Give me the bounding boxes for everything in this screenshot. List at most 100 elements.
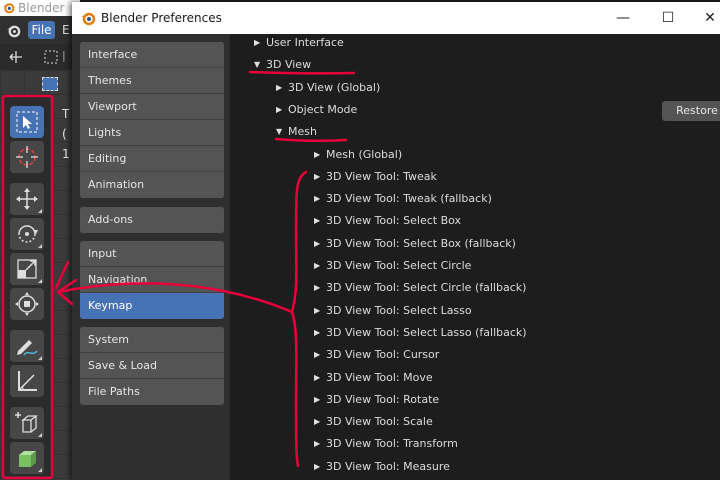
sidebar-item-system[interactable]: System bbox=[80, 327, 224, 353]
transform-orientation-icon[interactable] bbox=[8, 50, 24, 64]
keymap-tree-row[interactable]: ▶ 3D View Tool: Select Lasso bbox=[314, 300, 472, 322]
keymap-tree-row[interactable]: ▶ Object Mode bbox=[276, 99, 357, 121]
sidebar-item-lights[interactable]: Lights bbox=[80, 120, 224, 146]
measure-tool[interactable] bbox=[10, 365, 44, 397]
collapsed-arrow-icon: ▶ bbox=[314, 194, 321, 204]
keymap-tree-label: 3D View Tool: Cursor bbox=[326, 348, 440, 362]
blender-titlebar: Blender bbox=[0, 0, 80, 16]
cursor-icon bbox=[16, 146, 38, 168]
keymap-tree-row[interactable]: ▶ 3D View Tool: Select Circle bbox=[314, 255, 471, 277]
keymap-tree-row[interactable]: ▶ 3D View Tool: Select Box bbox=[314, 210, 461, 232]
keymap-tree-label: 3D View Tool: Measure bbox=[326, 459, 450, 473]
annotate-tool[interactable] bbox=[10, 330, 44, 362]
keymap-tree-label: Mesh (Global) bbox=[326, 147, 403, 161]
overlay-line: 1 bbox=[62, 147, 70, 161]
keymap-tree-label: Mesh bbox=[288, 125, 317, 139]
keymap-tree-row[interactable]: ▶ 3D View Tool: Select Circle (fallback) bbox=[314, 277, 526, 299]
extrude-tool[interactable] bbox=[10, 442, 44, 474]
keymap-tree-label: 3D View Tool: Select Box (fallback) bbox=[326, 236, 516, 250]
close-icon: ✕ bbox=[704, 10, 716, 26]
keymap-tree-row[interactable]: ▶ 3D View Tool: Cursor bbox=[314, 344, 439, 366]
keymap-tree-label: 3D View Tool: Scale bbox=[326, 415, 433, 429]
blender-menu-icon[interactable] bbox=[6, 23, 21, 38]
sidebar-item-animation[interactable]: Animation bbox=[80, 172, 224, 198]
preferences-sidebar: Interface Themes Viewport Lights Editing… bbox=[72, 34, 230, 480]
collapsed-arrow-icon: ▶ bbox=[314, 417, 321, 427]
collapsed-arrow-icon: ▶ bbox=[314, 439, 321, 449]
move-tool[interactable] bbox=[10, 183, 44, 215]
keymap-tree-row[interactable]: ▼ Mesh bbox=[276, 121, 317, 143]
close-button[interactable]: ✕ bbox=[688, 2, 720, 34]
blender-window-title: Blender bbox=[18, 1, 65, 15]
keymap-tree-row[interactable]: ▶ 3D View Tool: Select Lasso (fallback) bbox=[314, 322, 527, 344]
keymap-tree-row[interactable]: ▶ 3D View Tool: Scale bbox=[314, 411, 433, 433]
keymap-tree-label: 3D View Tool: Move bbox=[326, 370, 433, 384]
collapsed-arrow-icon: ▶ bbox=[276, 104, 283, 114]
annotate-icon bbox=[17, 340, 38, 356]
collapsed-arrow-icon: ▶ bbox=[314, 394, 321, 404]
sidebar-item-themes[interactable]: Themes bbox=[80, 68, 224, 94]
maximize-button[interactable]: ☐ bbox=[646, 2, 690, 34]
keymap-tree-row[interactable]: ▶ 3D View Tool: Tweak (fallback) bbox=[314, 188, 492, 210]
sidebar-item-file-paths[interactable]: File Paths bbox=[80, 379, 224, 405]
keymap-tree-label: 3D View bbox=[266, 58, 312, 72]
collapsed-arrow-icon: ▶ bbox=[314, 238, 321, 248]
keymap-tree-label: 3D View (Global) bbox=[288, 80, 381, 94]
sidebar-group: Add-ons bbox=[80, 207, 224, 233]
keymap-tree-row[interactable]: ▶ 3D View Tool: Rotate bbox=[314, 389, 439, 411]
add-cube-tool[interactable] bbox=[10, 407, 44, 439]
blender-logo-icon bbox=[2, 3, 15, 14]
sidebar-item-keymap[interactable]: Keymap bbox=[80, 293, 224, 319]
keymap-tree-row[interactable]: ▶ User Interface bbox=[254, 32, 344, 54]
keymap-tree-label: 3D View Tool: Select Circle (fallback) bbox=[326, 281, 527, 295]
keymap-tree-label: User Interface bbox=[266, 36, 344, 49]
select-mode-button[interactable] bbox=[42, 77, 58, 91]
keymap-tree-row[interactable]: ▶ 3D View (Global) bbox=[276, 77, 380, 99]
collapsed-arrow-icon: ▶ bbox=[314, 283, 321, 293]
restore-button[interactable]: Restore bbox=[662, 101, 720, 121]
keymap-tree-row[interactable]: ▼ 3D View bbox=[254, 54, 311, 76]
overlay-line: T bbox=[62, 107, 70, 121]
collapsed-arrow-icon: ▶ bbox=[314, 305, 321, 315]
maximize-icon: ☐ bbox=[661, 10, 675, 26]
preferences-title: Blender Preferences bbox=[101, 11, 222, 25]
sidebar-item-editing[interactable]: Editing bbox=[80, 146, 224, 172]
expanded-arrow-icon: ▼ bbox=[254, 60, 261, 70]
keymap-tree-row[interactable]: ▶ 3D View Tool: Tweak bbox=[314, 166, 437, 188]
sidebar-group: System Save & Load File Paths bbox=[80, 327, 224, 405]
measure-icon bbox=[18, 371, 37, 391]
rotate-tool[interactable] bbox=[10, 218, 44, 250]
keymap-tree-row[interactable]: ▶ Mesh (Global) bbox=[314, 144, 402, 166]
keymap-tree-label: 3D View Tool: Tweak bbox=[326, 169, 437, 183]
keymap-tree-row[interactable]: ▶ 3D View Tool: Select Box (fallback) bbox=[314, 233, 516, 255]
collapsed-arrow-icon: ▶ bbox=[314, 261, 321, 270]
transform-tool[interactable] bbox=[10, 288, 44, 320]
minimize-button[interactable]: — bbox=[601, 2, 645, 34]
collapsed-arrow-icon: ▶ bbox=[314, 149, 321, 159]
sidebar-item-viewport[interactable]: Viewport bbox=[80, 94, 224, 120]
select-box-tool[interactable] bbox=[10, 106, 44, 138]
transform-icon bbox=[15, 292, 39, 316]
cursor-tool[interactable] bbox=[10, 141, 44, 173]
sidebar-item-input[interactable]: Input bbox=[80, 241, 224, 267]
keymap-tree-label: 3D View Tool: Rotate bbox=[326, 392, 440, 406]
collapsed-arrow-icon: ▶ bbox=[314, 372, 321, 382]
minimize-icon: — bbox=[616, 10, 630, 26]
sidebar-item-interface[interactable]: Interface bbox=[80, 42, 224, 68]
blender-menubar: File E bbox=[0, 16, 72, 44]
keymap-tree-row[interactable]: ▶ 3D View Tool: Transform bbox=[314, 433, 458, 455]
viewport-header: | bbox=[0, 44, 72, 70]
sidebar-item-save-load[interactable]: Save & Load bbox=[80, 353, 224, 379]
keymap-tree: ▶ User Interface ▼ 3D View ▶ 3D View (Global)… bbox=[230, 34, 720, 480]
tool-shelf bbox=[4, 96, 52, 476]
edit-menu[interactable]: E bbox=[62, 21, 70, 39]
sidebar-item-navigation[interactable]: Navigation bbox=[80, 267, 224, 293]
sidebar-item-addons[interactable]: Add-ons bbox=[80, 207, 224, 233]
scale-tool[interactable] bbox=[10, 253, 44, 285]
keymap-tree-row[interactable]: ▶ 3D View Tool: Move bbox=[314, 367, 433, 389]
collapsed-arrow-icon: ▶ bbox=[314, 350, 321, 360]
collapsed-arrow-icon: ▶ bbox=[276, 82, 283, 92]
select-mode-icon[interactable] bbox=[44, 50, 58, 64]
file-menu[interactable]: File bbox=[28, 21, 55, 39]
keymap-tree-row[interactable]: ▶ 3D View Tool: Measure bbox=[314, 456, 450, 478]
